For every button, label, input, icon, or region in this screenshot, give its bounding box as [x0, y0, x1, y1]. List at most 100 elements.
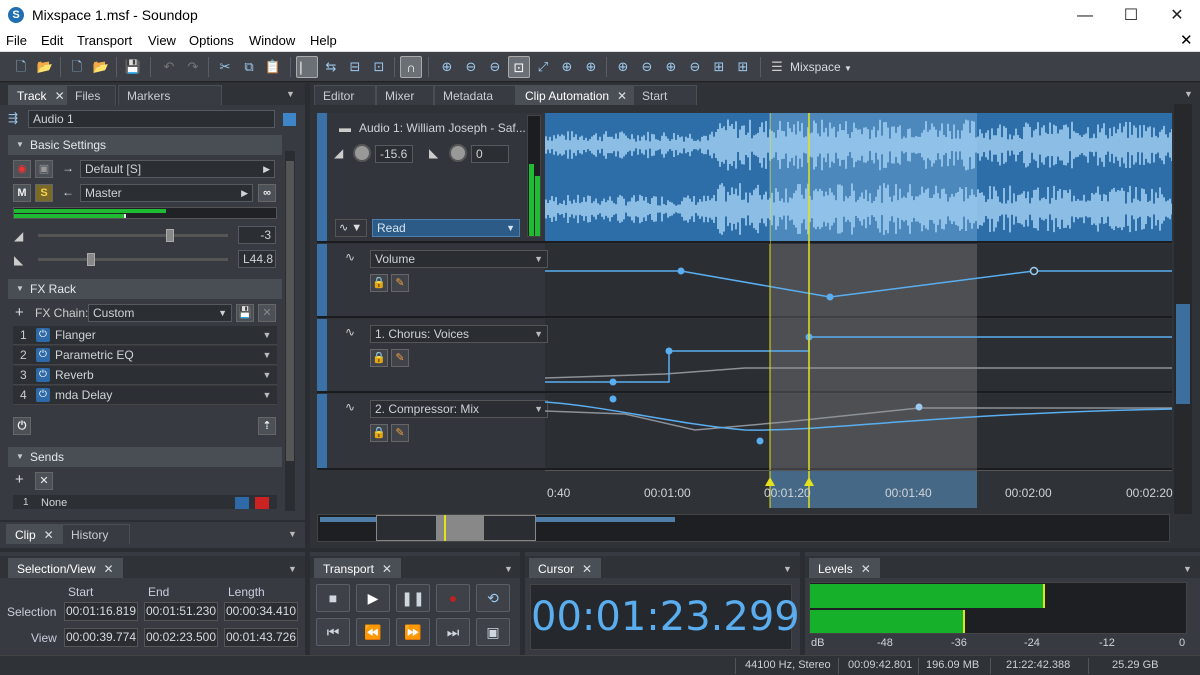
- lock-icon[interactable]: 🔒: [370, 274, 388, 292]
- pencil-icon[interactable]: ✎: [391, 424, 409, 442]
- menu-view[interactable]: View: [148, 33, 176, 48]
- move-tool-icon[interactable]: ⇆: [320, 56, 342, 78]
- zoom-out-track-icon[interactable]: ⊖: [684, 56, 706, 78]
- panel-menu-icon[interactable]: ▼: [288, 529, 297, 539]
- pan-slider[interactable]: [38, 253, 228, 266]
- fx-chain-select[interactable]: Custom ▼: [88, 304, 232, 322]
- cut-icon[interactable]: ✂: [214, 56, 236, 78]
- fx-settings-icon[interactable]: ⇡: [258, 417, 276, 435]
- pan-value[interactable]: L44.8: [238, 250, 276, 268]
- input-select[interactable]: Default [S] ▶: [80, 160, 275, 178]
- go-end-icon[interactable]: ⏭: [436, 618, 470, 646]
- panel-menu-icon[interactable]: ▼: [504, 564, 513, 574]
- panel-menu-icon[interactable]: ▼: [286, 89, 295, 99]
- fast-forward-icon[interactable]: ⏩: [396, 618, 430, 646]
- go-start-icon[interactable]: ⏮: [316, 618, 350, 646]
- automation-mode-icon[interactable]: ∿ ▼: [335, 219, 367, 237]
- minimize-button[interactable]: —: [1062, 0, 1108, 31]
- volume-slider[interactable]: [38, 229, 228, 242]
- time-select-tool-icon[interactable]: ⎸: [296, 56, 318, 78]
- record-arm-icon[interactable]: ◉: [13, 160, 31, 178]
- redo-icon[interactable]: ↷: [182, 56, 204, 78]
- maximize-button[interactable]: ☐: [1108, 0, 1154, 31]
- view-length-field[interactable]: 00:01:43.726: [224, 628, 298, 647]
- time-ruler[interactable]: 0:40 00:01:00 00:01:20 00:01:40 00:02:00…: [545, 470, 1173, 508]
- overview-scrollbar[interactable]: [317, 514, 1170, 542]
- tab-editor[interactable]: Editor: [314, 85, 376, 105]
- tab-markers[interactable]: Markers: [118, 85, 222, 105]
- save-chain-icon[interactable]: 💾: [236, 304, 254, 322]
- loop-icon[interactable]: ⟲: [476, 584, 510, 612]
- menu-window[interactable]: Window: [249, 33, 295, 48]
- punch-icon[interactable]: ▣: [476, 618, 510, 646]
- tab-metadata[interactable]: Metadata: [434, 85, 516, 105]
- clip-volume-value[interactable]: -15.6: [375, 145, 413, 163]
- menu-options[interactable]: Options: [189, 33, 234, 48]
- copy-icon[interactable]: ⧉: [238, 56, 260, 78]
- automation-overlay[interactable]: [545, 244, 1172, 508]
- menu-help[interactable]: Help: [310, 33, 337, 48]
- tabs-menu-icon[interactable]: ▼: [1184, 89, 1193, 99]
- link-icon[interactable]: ∞: [258, 184, 276, 202]
- zoom-out-v-icon[interactable]: ⊖: [636, 56, 658, 78]
- zoom-prev-icon[interactable]: ⊕: [556, 56, 578, 78]
- add-fx-icon[interactable]: +: [15, 304, 24, 321]
- clear-chain-icon[interactable]: ✕: [258, 304, 276, 322]
- volume-value[interactable]: -3: [238, 226, 276, 244]
- layout-dropdown[interactable]: Mixspace ▼: [790, 60, 852, 74]
- lane-param-select[interactable]: 1. Chorus: Voices: [370, 325, 548, 343]
- open-project-icon[interactable]: 📂: [90, 56, 112, 78]
- view-start-field[interactable]: 00:00:39.774: [64, 628, 138, 647]
- selection-start-field[interactable]: 00:01:16.819: [64, 602, 138, 621]
- fx-power-all-icon[interactable]: ⏻: [13, 417, 31, 435]
- monitor-icon[interactable]: ▣: [35, 160, 53, 178]
- fx-item[interactable]: 1 ⏻ Flanger ▼: [13, 326, 277, 345]
- slip-tool-icon[interactable]: ⊡: [368, 56, 390, 78]
- menu-close-icon[interactable]: ✕: [1180, 31, 1193, 49]
- undo-icon[interactable]: ↶: [158, 56, 180, 78]
- zoom-in-track-icon[interactable]: ⊕: [660, 56, 682, 78]
- new-file-icon[interactable]: 🗋: [10, 56, 32, 78]
- stop-icon[interactable]: ■: [316, 584, 350, 612]
- rewind-icon[interactable]: ⏪: [356, 618, 390, 646]
- lane-param-select[interactable]: Volume: [370, 250, 548, 268]
- basic-settings-header[interactable]: Basic Settings: [8, 135, 282, 155]
- tab-track[interactable]: Track ✕: [8, 85, 74, 105]
- pause-icon[interactable]: ❚❚: [396, 584, 430, 612]
- zoom-in-h-icon[interactable]: ⊕: [436, 56, 458, 78]
- pencil-icon[interactable]: ✎: [391, 274, 409, 292]
- lock-icon[interactable]: 🔒: [370, 349, 388, 367]
- left-scrollbar[interactable]: [285, 151, 295, 511]
- play-icon[interactable]: ▶: [356, 584, 390, 612]
- selection-length-field[interactable]: 00:00:34.410: [224, 602, 298, 621]
- zoom-reset-icon[interactable]: ⊞: [732, 56, 754, 78]
- remove-send-icon[interactable]: ✕: [35, 472, 53, 490]
- clip-pan-knob[interactable]: [449, 144, 467, 162]
- automation-mode-select[interactable]: Read ▼: [372, 219, 520, 237]
- paste-icon[interactable]: 📋: [262, 56, 284, 78]
- mute-button[interactable]: M: [13, 184, 31, 202]
- panel-menu-icon[interactable]: ▼: [783, 564, 792, 574]
- selection-end-field[interactable]: 00:01:51.230: [144, 602, 218, 621]
- pencil-icon[interactable]: ✎: [391, 349, 409, 367]
- menu-transport[interactable]: Transport: [77, 33, 132, 48]
- track-name-field[interactable]: Audio 1: [28, 110, 275, 128]
- cursor-time-display[interactable]: 00:01:23.299: [530, 584, 800, 650]
- menu-edit[interactable]: Edit: [41, 33, 63, 48]
- new-project-icon[interactable]: 🗋: [66, 56, 88, 78]
- track-color-swatch[interactable]: [283, 113, 296, 126]
- zoom-out-h-icon[interactable]: ⊖: [460, 56, 482, 78]
- fx-item[interactable]: 2 ⏻ Parametric EQ ▼: [13, 346, 277, 365]
- waveform[interactable]: [545, 113, 1172, 241]
- add-send-icon[interactable]: +: [15, 471, 24, 488]
- solo-button[interactable]: S: [35, 184, 53, 202]
- send-row[interactable]: 1 None: [13, 495, 277, 509]
- tab-mixer[interactable]: Mixer: [376, 85, 434, 105]
- close-button[interactable]: ✕: [1154, 0, 1200, 31]
- fx-item[interactable]: 4 ⏻ mda Delay ▼: [13, 386, 277, 405]
- split-tool-icon[interactable]: ⊟: [344, 56, 366, 78]
- tab-clip-automation[interactable]: Clip Automation ✕: [516, 85, 637, 105]
- menu-file[interactable]: File: [6, 33, 27, 48]
- zoom-fit-icon[interactable]: ⤢: [532, 56, 554, 78]
- panel-menu-icon[interactable]: ▼: [288, 564, 297, 574]
